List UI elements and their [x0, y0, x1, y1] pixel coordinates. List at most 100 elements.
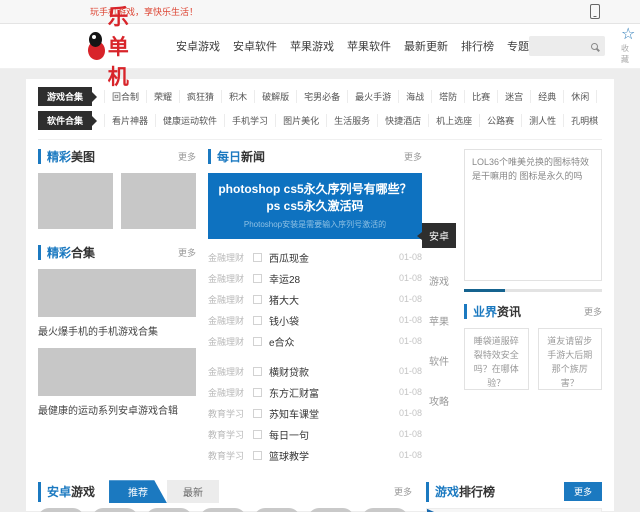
news-title[interactable]: 每日一句 — [269, 427, 309, 442]
nav-item[interactable]: 安卓游戏 — [176, 38, 220, 54]
news-category[interactable]: 金融理财 — [208, 365, 250, 378]
news-title[interactable]: 钱小袋 — [269, 313, 299, 328]
game-tag[interactable]: 比赛 — [464, 90, 497, 103]
software-tag[interactable]: 图片美化 — [275, 114, 326, 127]
news-category[interactable]: 教育学习 — [208, 407, 250, 420]
side-tab-games[interactable]: 游戏 — [422, 273, 456, 288]
app-icon[interactable] — [254, 507, 300, 512]
news-more-link[interactable]: 更多 — [404, 150, 422, 163]
collections-more-link[interactable]: 更多 — [178, 246, 196, 259]
gallery-image[interactable] — [38, 173, 113, 229]
industry-item[interactable]: 道友请留步手游大后期那个族厉害？ — [537, 328, 602, 390]
game-collections-label[interactable]: 游戏合集 — [38, 87, 93, 106]
news-title[interactable]: 幸运28 — [269, 271, 300, 286]
gallery-image[interactable] — [121, 173, 196, 229]
software-tag[interactable]: 健康运动软件 — [155, 114, 224, 127]
game-tag[interactable]: 塔防 — [431, 90, 464, 103]
tags-block: 游戏合集 回合制荣耀疯狂猜积木破解版宅男必备最火手游海战塔防比赛迷宫经典休闲恐怖… — [38, 87, 602, 140]
news-category[interactable]: 教育学习 — [208, 428, 250, 441]
nav-item[interactable]: 专题 — [507, 38, 529, 54]
news-title[interactable]: 猪大大 — [269, 292, 299, 307]
site-logo[interactable]: 乐单机 — [86, 1, 144, 91]
news-category[interactable]: 教育学习 — [208, 449, 250, 462]
news-row: 教育学习 篮球教学 01-08 — [208, 445, 422, 466]
news-title[interactable]: 苏知车课堂 — [269, 406, 319, 421]
news-category[interactable]: 金融理财 — [208, 314, 250, 327]
game-tag[interactable]: 破解版 — [254, 90, 296, 103]
news-category[interactable]: 金融理财 — [208, 386, 250, 399]
news-title[interactable]: e合众 — [269, 334, 295, 349]
android-games-header: 安卓 游戏 推荐 最新 更多 — [38, 480, 412, 504]
news-title[interactable]: 东方汇财富 — [269, 385, 319, 400]
collection-image[interactable] — [38, 269, 196, 317]
news-category[interactable]: 金融理财 — [208, 335, 250, 348]
game-tag[interactable]: 海战 — [398, 90, 431, 103]
industry-featured-box[interactable]: LOL36个唯美兑换的图标特效是干嘛用的 图标是永久的吗 — [464, 149, 602, 281]
news-category[interactable]: 金融理财 — [208, 272, 250, 285]
software-tag[interactable]: 公路赛 — [479, 114, 521, 127]
collection-caption[interactable]: 最火爆手机的手机游戏合集 — [38, 323, 196, 338]
app-icon[interactable] — [146, 507, 192, 512]
collection-caption[interactable]: 最健康的运动系列安卓游戏合辑 — [38, 402, 196, 417]
tab-newest[interactable]: 最新 — [167, 480, 220, 504]
news-category[interactable]: 金融理财 — [208, 251, 250, 264]
software-tag[interactable]: 孔明棋 — [563, 114, 602, 127]
nav-item[interactable]: 苹果软件 — [347, 38, 391, 54]
game-tag[interactable]: 休闲 — [563, 90, 596, 103]
news-date: 01-08 — [398, 366, 422, 377]
side-tab-apple[interactable]: 苹果 — [422, 313, 456, 328]
collections-header: 精彩 合集 更多 — [38, 245, 196, 260]
app-icon[interactable] — [38, 507, 84, 512]
app-icon[interactable] — [308, 507, 354, 512]
industry-item[interactable]: 睡袋道服碎裂特效安全吗？在哪体验？ — [464, 328, 529, 390]
software-tag[interactable]: 测人性 — [521, 114, 563, 127]
side-tab-guides[interactable]: 攻略 — [422, 393, 456, 408]
app-icon[interactable] — [362, 507, 408, 512]
industry-more-link[interactable]: 更多 — [584, 305, 602, 318]
software-collections-label[interactable]: 软件合集 — [38, 111, 93, 130]
game-tag[interactable]: 回合制 — [104, 90, 146, 103]
app-icon[interactable] — [92, 507, 138, 512]
nav-item[interactable]: 安卓软件 — [233, 38, 277, 54]
collection-image[interactable] — [38, 348, 196, 396]
carousel-progress-fill — [464, 289, 506, 292]
android-games-more-link[interactable]: 更多 — [394, 485, 412, 498]
news-title[interactable]: 横财贷款 — [269, 364, 309, 379]
mobile-phone-icon[interactable] — [590, 4, 600, 19]
news-category[interactable]: 金融理财 — [208, 293, 250, 306]
game-tag[interactable]: 宅男必备 — [296, 90, 347, 103]
game-tag[interactable]: 恐怖 — [596, 90, 602, 103]
collection-item: 最火爆手机的手机游戏合集 — [38, 269, 196, 338]
game-tag[interactable]: 疯狂猜 — [179, 90, 221, 103]
carousel-progress-bar[interactable] — [464, 289, 602, 292]
software-tag[interactable]: 机上选座 — [428, 114, 479, 127]
game-tag[interactable]: 积木 — [221, 90, 254, 103]
news-title[interactable]: 西瓜现金 — [269, 250, 309, 265]
side-tab-android[interactable]: 安卓 — [422, 223, 456, 248]
ranking-more-button[interactable]: 更多 — [563, 482, 602, 502]
tab-recommended[interactable]: 推荐 — [109, 480, 168, 504]
software-tag[interactable]: 看片神器 — [104, 114, 155, 127]
news-thumb-icon — [253, 336, 262, 346]
game-tag[interactable]: 经典 — [530, 90, 563, 103]
software-tag[interactable]: 快捷酒店 — [377, 114, 428, 127]
news-date: 01-08 — [398, 273, 422, 284]
search-input[interactable] — [529, 36, 591, 56]
industry-header: 业界 资讯 更多 — [464, 304, 602, 319]
app-icon[interactable] — [200, 507, 246, 512]
nav-item[interactable]: 排行榜 — [461, 38, 494, 54]
rank-1-card[interactable]: 1 泡泡龙小精灵 大小：1.00 MB 分类：益智休闲 版本：1.0.0.215 — [426, 507, 602, 512]
news-title[interactable]: 篮球教学 — [269, 448, 309, 463]
software-tag[interactable]: 手机学习 — [224, 114, 275, 127]
favorite-button[interactable]: ☆ 收藏 — [621, 26, 635, 65]
game-tag[interactable]: 荣耀 — [146, 90, 179, 103]
nav-item[interactable]: 苹果游戏 — [290, 38, 334, 54]
gallery-more-link[interactable]: 更多 — [178, 150, 196, 163]
nav-item[interactable]: 最新更新 — [404, 38, 448, 54]
news-featured-banner[interactable]: photoshop cs5永久序列号有哪些？ps cs5永久激活码 Photos… — [208, 173, 422, 239]
software-tag[interactable]: 生活服务 — [326, 114, 377, 127]
search-icon[interactable] — [591, 42, 598, 50]
side-tab-software[interactable]: 软件 — [422, 353, 456, 368]
game-tag[interactable]: 迷宫 — [497, 90, 530, 103]
game-tag[interactable]: 最火手游 — [347, 90, 398, 103]
